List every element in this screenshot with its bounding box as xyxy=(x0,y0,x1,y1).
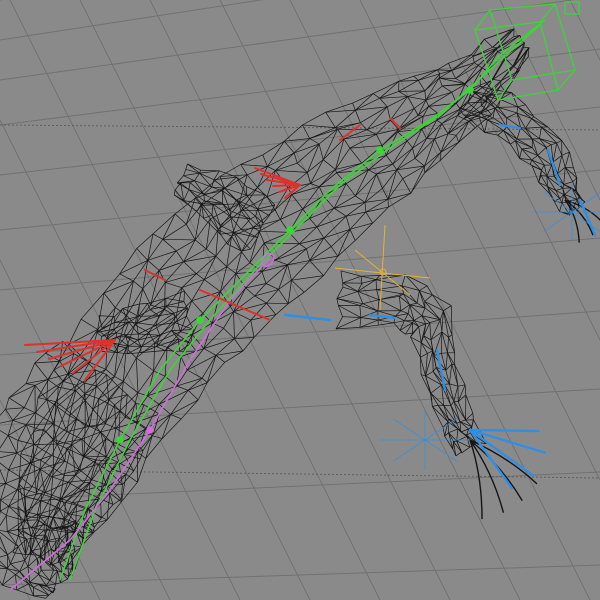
ray xyxy=(424,418,458,441)
right-rear-toe-bone xyxy=(468,428,546,454)
right-limb-bones xyxy=(283,123,597,490)
right-front-bone xyxy=(546,148,562,187)
ray xyxy=(543,211,573,233)
spine-bone xyxy=(59,19,546,581)
left-rear-bone xyxy=(144,269,166,281)
spine-bone xyxy=(69,24,541,581)
3d-viewport[interactable] xyxy=(0,0,600,600)
helper-box xyxy=(474,1,580,101)
helper-box-edge xyxy=(497,79,513,101)
helper-box-face xyxy=(474,21,559,101)
pivot-center xyxy=(379,268,387,276)
skeleton-rig[interactable] xyxy=(0,0,600,600)
right-front-bone xyxy=(498,123,522,130)
tail-bone-joint xyxy=(146,426,154,434)
left-limb-bones xyxy=(24,117,401,381)
pivot-axis xyxy=(354,249,411,296)
ray xyxy=(392,418,426,441)
right-rear-bone xyxy=(368,313,397,320)
bone-joint xyxy=(196,316,204,324)
ray xyxy=(543,191,573,213)
right-rear-toe-bone xyxy=(468,428,540,433)
bone-joint xyxy=(116,436,124,444)
ray xyxy=(392,439,426,462)
helper-box-edge xyxy=(539,3,556,23)
pivot-gizmo xyxy=(334,224,431,311)
helper-box-edge xyxy=(474,9,491,31)
helper-box-marker xyxy=(564,1,580,15)
bone-joint xyxy=(376,146,384,154)
ray xyxy=(424,439,458,462)
tail-bone-chain xyxy=(9,252,275,591)
helper-box-edge xyxy=(557,69,576,91)
bone-joint xyxy=(286,226,294,234)
right-rear-toe-bone xyxy=(468,428,535,477)
pivot-axis xyxy=(379,224,386,311)
ray xyxy=(571,191,600,213)
right-rear-bone xyxy=(283,313,332,322)
helper-box-face xyxy=(489,3,576,81)
right-rear-bone xyxy=(435,348,447,392)
bone-joint xyxy=(466,86,474,94)
left-front-bone xyxy=(339,124,361,141)
left-front-bone xyxy=(389,117,401,129)
right-limb-rays xyxy=(380,184,600,470)
spine-bone-chain xyxy=(59,19,546,581)
right-rear-toe-bone xyxy=(468,428,514,490)
